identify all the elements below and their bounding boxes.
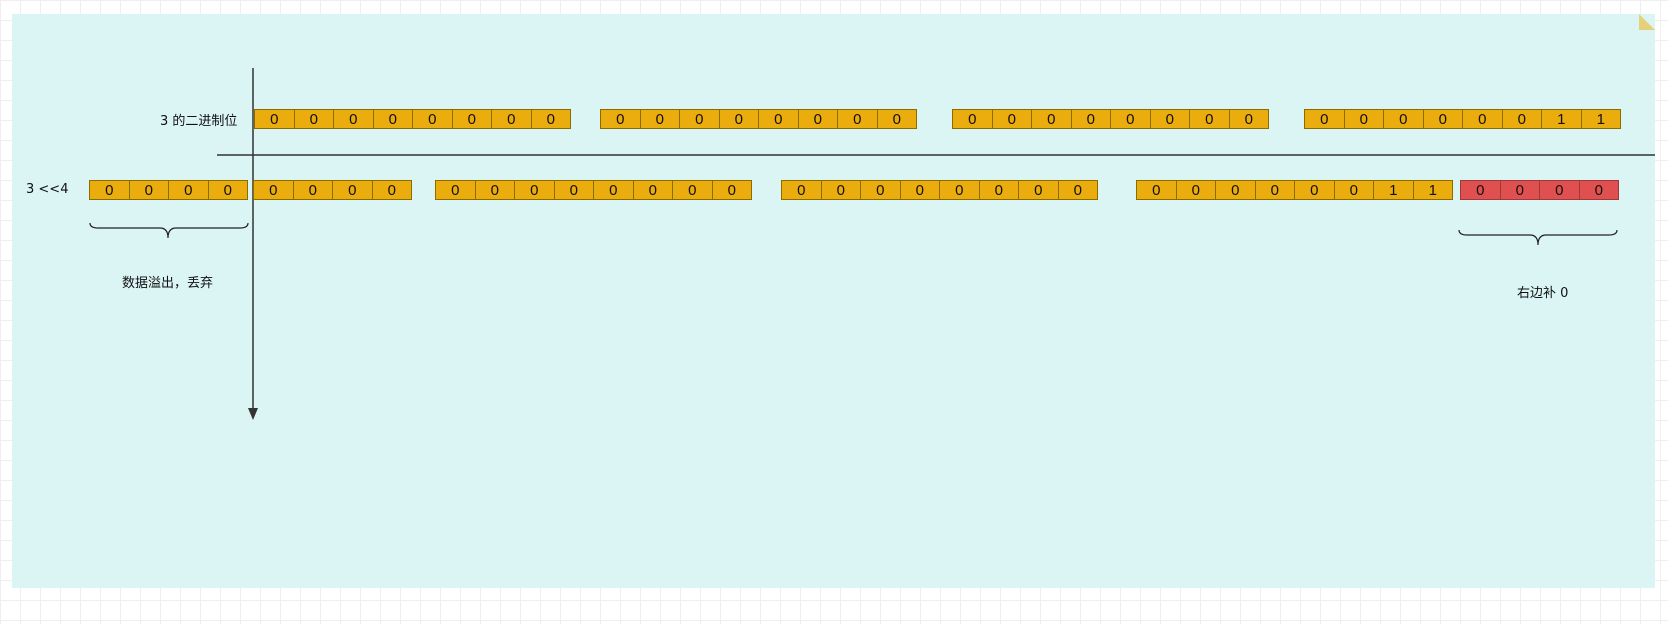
bit-cell: 0 [600, 109, 641, 129]
shifted-group-1: 0000 [253, 180, 412, 200]
bit-cell: 0 [292, 180, 333, 200]
original-byte-4: 00000011 [1304, 109, 1621, 129]
bit-cell: 0 [1343, 109, 1384, 129]
bit-cell: 0 [978, 180, 1019, 200]
bit-cell: 0 [1018, 180, 1059, 200]
padding-bit-cell: 0 [1578, 180, 1619, 200]
bit-cell: 0 [435, 180, 476, 200]
bit-cell: 1 [1373, 180, 1414, 200]
bit-cell: 0 [412, 109, 453, 129]
bit-cell: 0 [1501, 109, 1542, 129]
bit-cell: 0 [371, 180, 412, 200]
bit-cell: 0 [1136, 180, 1177, 200]
bit-cell: 0 [1057, 180, 1098, 200]
bit-cell: 0 [939, 180, 980, 200]
bit-cell: 0 [254, 109, 295, 129]
bit-cell: 0 [333, 109, 374, 129]
bit-cell: 0 [758, 109, 799, 129]
bit-cell: 0 [837, 109, 878, 129]
bit-cell: 0 [1294, 180, 1335, 200]
shifted-group-4: 00000011 [1136, 180, 1453, 200]
diagram-panel [12, 14, 1655, 588]
padding-bit-cell: 0 [1539, 180, 1580, 200]
bit-cell: 0 [991, 109, 1032, 129]
bit-cell: 0 [293, 109, 334, 129]
bit-cell: 0 [530, 109, 571, 129]
bit-cell: 0 [1383, 109, 1424, 129]
bit-cell: 0 [332, 180, 373, 200]
bit-cell: 0 [797, 109, 838, 129]
bit-cell: 0 [372, 109, 413, 129]
bit-cell: 0 [711, 180, 752, 200]
bit-cell: 1 [1412, 180, 1453, 200]
original-byte-2: 00000000 [600, 109, 917, 129]
bit-cell: 0 [1228, 109, 1269, 129]
bit-cell: 0 [1031, 109, 1072, 129]
padding-bits: 0000 [1460, 180, 1619, 200]
padding-bit-cell: 0 [1499, 180, 1540, 200]
binary-of-3-label: 3 的二进制位 [160, 114, 238, 129]
bit-cell: 0 [1254, 180, 1295, 200]
bit-cell: 0 [474, 180, 515, 200]
bit-cell: 0 [128, 180, 169, 200]
bit-cell: 0 [491, 109, 532, 129]
shifted-group-3: 00000000 [781, 180, 1098, 200]
bit-cell: 0 [672, 180, 713, 200]
bit-cell: 0 [952, 109, 993, 129]
bit-cell: 0 [1189, 109, 1230, 129]
bit-cell: 0 [1462, 109, 1503, 129]
bit-cell: 0 [89, 180, 130, 200]
bit-cell: 0 [632, 180, 673, 200]
shifted-group-2: 00000000 [435, 180, 752, 200]
bit-cell: 0 [820, 180, 861, 200]
bit-cell: 0 [1304, 109, 1345, 129]
bit-cell: 1 [1580, 109, 1621, 129]
bit-cell: 0 [860, 180, 901, 200]
bit-cell: 0 [679, 109, 720, 129]
bit-cell: 0 [1175, 180, 1216, 200]
bit-cell: 0 [553, 180, 594, 200]
bit-cell: 0 [718, 109, 759, 129]
bit-cell: 0 [1070, 109, 1111, 129]
bit-cell: 0 [207, 180, 248, 200]
padding-bit-cell: 0 [1460, 180, 1501, 200]
original-byte-3: 00000000 [952, 109, 1269, 129]
bit-cell: 0 [876, 109, 917, 129]
bit-cell: 0 [593, 180, 634, 200]
overflow-note: 数据溢出，丢弃 [122, 276, 214, 291]
bit-cell: 1 [1541, 109, 1582, 129]
original-byte-1: 00000000 [254, 109, 571, 129]
bit-cell: 0 [1215, 180, 1256, 200]
bit-cell: 0 [514, 180, 555, 200]
bit-cell: 0 [1149, 109, 1190, 129]
bit-cell: 0 [451, 109, 492, 129]
diagram-canvas [12, 14, 1655, 588]
bit-cell: 0 [1422, 109, 1463, 129]
bit-cell: 0 [1333, 180, 1374, 200]
bit-cell: 0 [899, 180, 940, 200]
bit-cell: 0 [1110, 109, 1151, 129]
bit-cell: 0 [253, 180, 294, 200]
padding-note: 右边补 0 [1517, 286, 1569, 301]
bit-cell: 0 [168, 180, 209, 200]
bit-cell: 0 [639, 109, 680, 129]
bit-cell: 0 [781, 180, 822, 200]
overflow-bits: 0000 [89, 180, 248, 200]
shift-expression-label: 3 <<4 [26, 182, 69, 197]
